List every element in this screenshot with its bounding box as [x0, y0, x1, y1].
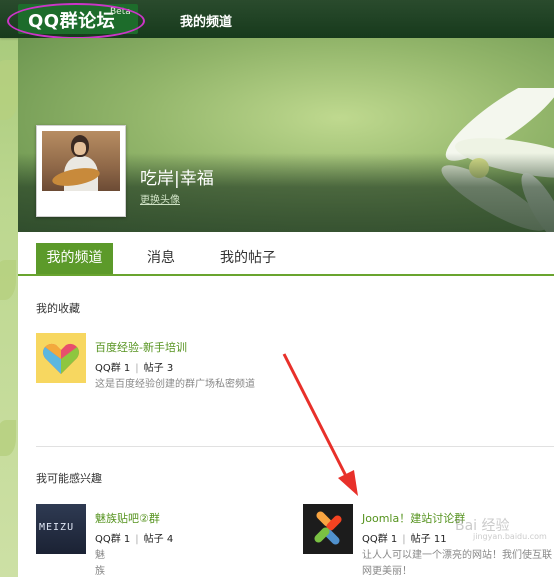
- channel-thumbnail[interactable]: [36, 333, 86, 383]
- annotation-arrow: [282, 353, 358, 496]
- qq-group-count: QQ群 1: [95, 363, 131, 374]
- stats-separator: |: [135, 363, 139, 374]
- beta-badge: Beta: [110, 7, 131, 17]
- favorites-heading: 我的收藏: [36, 302, 80, 315]
- channel-description: 这是百度经验创建的群广场私密频道: [95, 379, 255, 390]
- post-count: 帖子 11: [410, 534, 447, 545]
- post-count: 帖子 4: [143, 534, 174, 545]
- channel-title-link[interactable]: 魅族贴吧②群: [95, 510, 160, 526]
- channel-description: 让人人可以建一个漂亮的网站！我们使互联网更美丽！: [362, 550, 552, 577]
- tab-my-posts[interactable]: 我的帖子: [210, 243, 286, 274]
- avatar[interactable]: [36, 125, 126, 217]
- nav-my-channel-link[interactable]: 我的频道: [180, 11, 232, 30]
- joomla-logo-icon: [314, 511, 342, 545]
- top-navigation-bar: QQ群论坛 Beta 我的频道: [0, 0, 554, 39]
- channel-thumbnail[interactable]: [303, 504, 353, 554]
- decor-leaf: [0, 420, 16, 456]
- channel-title-link[interactable]: 百度经验-新手培训: [95, 339, 187, 355]
- channel-title-link[interactable]: Joomla！建站讨论群: [362, 510, 465, 526]
- tab-bar: 我的频道 消息 我的帖子: [18, 232, 554, 276]
- channel-stats: QQ群 1 | 帖子 11: [362, 530, 447, 545]
- username: 吃岸|幸福: [140, 169, 214, 189]
- stats-separator: |: [135, 534, 139, 545]
- tab-my-channel[interactable]: 我的频道: [36, 243, 113, 274]
- heart-logo-icon: [43, 343, 79, 374]
- decor-leaf: [0, 260, 16, 300]
- interests-heading: 我可能感兴趣: [36, 472, 102, 485]
- tab-messages[interactable]: 消息: [133, 243, 189, 274]
- qq-group-count: QQ群 1: [362, 534, 398, 545]
- post-count: 帖子 3: [143, 363, 174, 374]
- decor-leaf: [0, 60, 20, 120]
- app-root: QQ群论坛 Beta 我的频道 吃岸|幸福 更换头像 我的频道 消息 我的帖子: [0, 0, 554, 577]
- channel-stats: QQ群 1 | 帖子 3: [95, 359, 173, 374]
- site-logo[interactable]: QQ群论坛: [28, 7, 115, 33]
- avatar-photo: [42, 131, 120, 191]
- stats-separator: |: [402, 534, 406, 545]
- qq-group-count: QQ群 1: [95, 534, 131, 545]
- watermark-url: jingyan.baidu.com: [473, 532, 547, 541]
- avatar-face-shape: [74, 142, 86, 155]
- channel-thumbnail[interactable]: MEIZU: [36, 504, 86, 554]
- meizu-logo-text: MEIZU: [39, 522, 75, 533]
- channel-description: 魅族群: [95, 550, 105, 577]
- change-avatar-link[interactable]: 更换头像: [140, 191, 180, 206]
- channel-stats: QQ群 1 | 帖子 4: [95, 530, 173, 545]
